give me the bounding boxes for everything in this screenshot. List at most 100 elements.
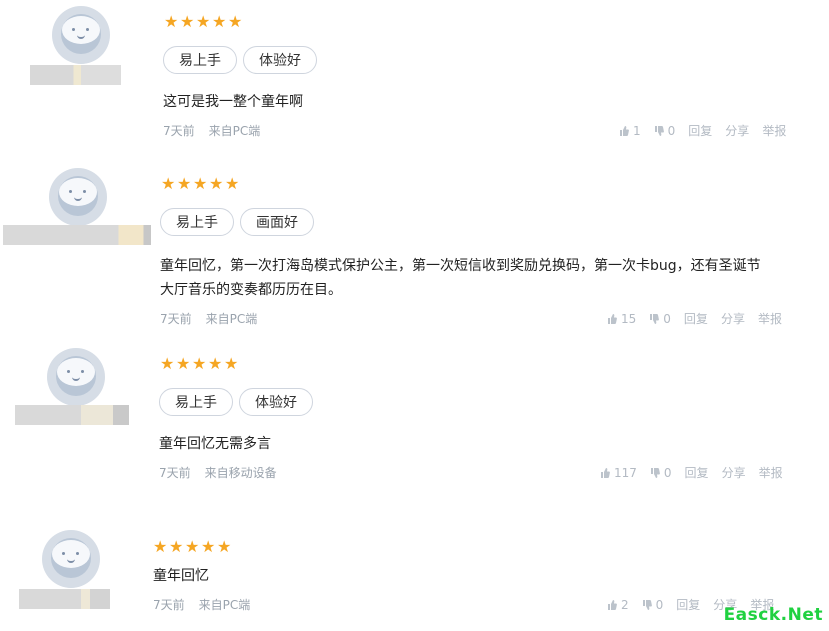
star-icon: ★ — [225, 174, 240, 193]
tag-experience: 体验好 — [243, 46, 317, 74]
dislike-button[interactable]: 0 — [654, 123, 676, 138]
dislike-count: 0 — [667, 123, 676, 138]
review-source: 来自PC端 — [205, 312, 258, 326]
thumb-down-icon — [642, 599, 652, 610]
review-time: 7天前 — [153, 598, 185, 612]
dislike-count: 0 — [663, 465, 672, 480]
star-icon: ★ — [185, 537, 200, 556]
review-meta: 7天前 来自PC端 — [153, 596, 250, 613]
like-button[interactable]: 1 — [619, 124, 641, 138]
review-text: 童年回忆，第一次打海岛模式保护公主，第一次短信收到奖励兑换码，第一次卡bug，还… — [160, 258, 761, 298]
review-item: ★ ★ ★ ★ ★ 易上手 体验好 童年回忆无需多言 7天前 来自移动设备 11… — [0, 340, 829, 520]
thumb-up-icon — [608, 599, 617, 610]
like-button[interactable]: 117 — [600, 466, 637, 480]
review-tags: 易上手 画面好 — [160, 208, 314, 236]
user-avatar[interactable] — [49, 168, 107, 226]
rating-stars: ★ ★ ★ ★ ★ — [153, 537, 232, 556]
share-link[interactable]: 分享 — [722, 464, 746, 481]
tag-easy: 易上手 — [160, 208, 234, 236]
tag-graphics: 画面好 — [240, 208, 314, 236]
review-text: 童年回忆无需多言 — [159, 436, 271, 452]
report-link[interactable]: 举报 — [758, 310, 782, 327]
star-icon: ★ — [177, 174, 192, 193]
site-watermark: Easck.Net — [723, 605, 823, 625]
review-list: ★ ★ ★ ★ ★ 易上手 体验好 这可是我一整个童年啊 7天前 来自PC端 1… — [0, 0, 829, 631]
review-meta: 7天前 来自PC端 — [160, 310, 257, 327]
star-icon: ★ — [176, 354, 191, 373]
tag-easy: 易上手 — [163, 46, 237, 74]
reply-link[interactable]: 回复 — [685, 464, 709, 481]
star-icon: ★ — [224, 354, 239, 373]
star-icon: ★ — [164, 12, 179, 31]
like-count: 15 — [621, 311, 637, 326]
like-button[interactable]: 2 — [607, 598, 629, 612]
user-name-blurred[interactable] — [3, 225, 151, 245]
user-name-blurred[interactable] — [19, 589, 110, 609]
star-icon: ★ — [160, 354, 175, 373]
user-name-blurred[interactable] — [15, 405, 129, 425]
review-item: ★ ★ ★ ★ ★ 易上手 画面好 童年回忆，第一次打海岛模式保护公主，第一次短… — [0, 160, 829, 340]
rating-stars: ★ ★ ★ ★ ★ — [161, 174, 240, 193]
tag-experience: 体验好 — [239, 388, 313, 416]
dislike-button[interactable]: 0 — [642, 597, 664, 612]
review-text: 这可是我一整个童年啊 — [163, 94, 303, 110]
like-count: 1 — [633, 123, 641, 138]
user-avatar[interactable] — [52, 6, 110, 64]
thumb-up-icon — [620, 125, 629, 136]
user-avatar[interactable] — [42, 530, 100, 588]
review-time: 7天前 — [159, 466, 191, 480]
dislike-count: 0 — [663, 311, 671, 326]
review-meta: 7天前 来自PC端 — [163, 122, 260, 139]
star-icon: ★ — [192, 354, 207, 373]
star-icon: ★ — [201, 537, 216, 556]
star-icon: ★ — [180, 12, 195, 31]
share-link[interactable]: 分享 — [725, 122, 749, 139]
star-icon: ★ — [193, 174, 208, 193]
star-icon: ★ — [208, 354, 223, 373]
rating-stars: ★ ★ ★ ★ ★ — [160, 354, 239, 373]
review-item: ★ ★ ★ ★ ★ 易上手 体验好 这可是我一整个童年啊 7天前 来自PC端 1… — [0, 0, 829, 160]
user-avatar[interactable] — [47, 348, 105, 406]
star-icon: ★ — [217, 537, 232, 556]
thumb-down-icon — [650, 467, 660, 478]
review-source: 来自PC端 — [208, 124, 261, 138]
like-count: 2 — [621, 597, 629, 612]
dislike-button[interactable]: 0 — [649, 312, 671, 326]
tag-easy: 易上手 — [159, 388, 233, 416]
share-link[interactable]: 分享 — [721, 310, 745, 327]
star-icon: ★ — [153, 537, 168, 556]
star-icon: ★ — [212, 12, 227, 31]
review-meta: 7天前 来自移动设备 — [159, 464, 277, 481]
review-source: 来自PC端 — [198, 598, 251, 612]
star-icon: ★ — [196, 12, 211, 31]
thumb-up-icon — [601, 467, 610, 478]
review-source: 来自移动设备 — [204, 466, 277, 480]
like-count: 117 — [614, 465, 637, 480]
star-icon: ★ — [161, 174, 176, 193]
review-actions: 1 0 回复 分享 举报 — [619, 122, 786, 139]
thumb-down-icon — [650, 313, 660, 324]
review-time: 7天前 — [163, 124, 195, 138]
reply-link[interactable]: 回复 — [676, 596, 700, 613]
review-tags: 易上手 体验好 — [163, 46, 317, 74]
star-icon: ★ — [228, 12, 243, 31]
report-link[interactable]: 举报 — [759, 464, 783, 481]
reply-link[interactable]: 回复 — [688, 122, 712, 139]
thumb-up-icon — [608, 313, 617, 324]
user-name-blurred[interactable] — [30, 65, 121, 85]
star-icon: ★ — [209, 174, 224, 193]
review-actions: 117 0 回复 分享 举报 — [600, 464, 783, 481]
thumb-down-icon — [654, 125, 664, 136]
review-tags: 易上手 体验好 — [159, 388, 313, 416]
like-button[interactable]: 15 — [607, 312, 636, 326]
report-link[interactable]: 举报 — [762, 122, 786, 139]
review-time: 7天前 — [160, 312, 192, 326]
dislike-count: 0 — [655, 597, 664, 612]
rating-stars: ★ ★ ★ ★ ★ — [164, 12, 243, 31]
star-icon: ★ — [169, 537, 184, 556]
reply-link[interactable]: 回复 — [684, 310, 708, 327]
review-actions: 15 0 回复 分享 举报 — [607, 310, 782, 327]
review-item: ★ ★ ★ ★ ★ 童年回忆 7天前 来自PC端 2 0 回复 分享 举报 — [0, 520, 829, 631]
dislike-button[interactable]: 0 — [650, 466, 672, 480]
review-text: 童年回忆 — [153, 568, 209, 584]
